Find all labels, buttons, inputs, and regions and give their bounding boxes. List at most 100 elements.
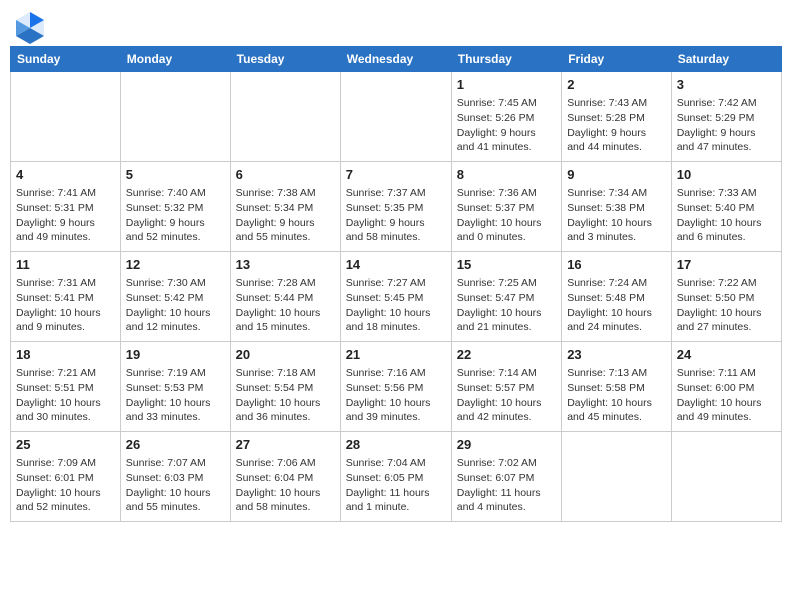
day-info: Sunrise: 7:09 AMSunset: 6:01 PMDaylight:… (16, 456, 115, 515)
day-number: 7 (346, 166, 446, 184)
weekday-header: Friday (562, 47, 672, 72)
day-number: 19 (126, 346, 225, 364)
day-info: Sunrise: 7:14 AMSunset: 5:57 PMDaylight:… (457, 366, 556, 425)
day-cell: 22 Sunrise: 7:14 AMSunset: 5:57 PMDayligh… (451, 342, 561, 432)
day-cell: 21 Sunrise: 7:16 AMSunset: 5:56 PMDayligh… (340, 342, 451, 432)
day-cell: 9Sunrise: 7:34 AMSunset: 5:38 PMDaylight… (562, 162, 672, 252)
weekday-header: Sunday (11, 47, 121, 72)
day-info: Sunrise: 7:16 AMSunset: 5:56 PMDaylight:… (346, 366, 446, 425)
day-cell: 15 Sunrise: 7:25 AMSunset: 5:47 PMDayligh… (451, 252, 561, 342)
day-number: 6 (236, 166, 335, 184)
day-info: Sunrise: 7:31 AMSunset: 5:41 PMDaylight:… (16, 276, 115, 335)
day-info: Sunrise: 7:28 AMSunset: 5:44 PMDaylight:… (236, 276, 335, 335)
day-number: 24 (677, 346, 776, 364)
day-cell: 26 Sunrise: 7:07 AMSunset: 6:03 PMDayligh… (120, 432, 230, 522)
day-number: 27 (236, 436, 335, 454)
weekday-header: Wednesday (340, 47, 451, 72)
day-number: 14 (346, 256, 446, 274)
day-number: 22 (457, 346, 556, 364)
day-number: 10 (677, 166, 776, 184)
day-cell: 7 Sunrise: 7:37 AMSunset: 5:35 PMDaylight… (340, 162, 451, 252)
day-number: 23 (567, 346, 666, 364)
day-info: Sunrise: 7:13 AMSunset: 5:58 PMDaylight:… (567, 366, 666, 425)
day-info: Sunrise: 7:30 AMSunset: 5:42 PMDaylight:… (126, 276, 225, 335)
day-info: Sunrise: 7:24 AMSunset: 5:48 PMDaylight:… (567, 276, 666, 335)
day-cell: 24 Sunrise: 7:11 AMSunset: 6:00 PMDayligh… (671, 342, 781, 432)
calendar-table: SundayMondayTuesdayWednesdayThursdayFrid… (10, 46, 782, 522)
calendar-week-row: 1Sunrise: 7:45 AMSunset: 5:26 PMDaylight… (11, 72, 782, 162)
day-info: Sunrise: 7:19 AMSunset: 5:53 PMDaylight:… (126, 366, 225, 425)
day-cell: 23 Sunrise: 7:13 AMSunset: 5:58 PMDayligh… (562, 342, 672, 432)
calendar-header: SundayMondayTuesdayWednesdayThursdayFrid… (11, 47, 782, 72)
day-info: Sunrise: 7:11 AMSunset: 6:00 PMDaylight:… (677, 366, 776, 425)
day-number: 8 (457, 166, 556, 184)
logo (14, 10, 44, 38)
calendar-week-row: 11 Sunrise: 7:31 AMSunset: 5:41 PMDayligh… (11, 252, 782, 342)
day-cell: 8 Sunrise: 7:36 AMSunset: 5:37 PMDaylight… (451, 162, 561, 252)
day-number: 2 (567, 76, 666, 94)
day-number: 29 (457, 436, 556, 454)
page-header (10, 10, 782, 38)
day-number: 21 (346, 346, 446, 364)
day-cell: 18 Sunrise: 7:21 AMSunset: 5:51 PMDayligh… (11, 342, 121, 432)
empty-cell (11, 72, 121, 162)
day-cell: 29 Sunrise: 7:02 AMSunset: 6:07 PMDayligh… (451, 432, 561, 522)
day-number: 18 (16, 346, 115, 364)
day-cell: 20 Sunrise: 7:18 AMSunset: 5:54 PMDayligh… (230, 342, 340, 432)
day-cell: 17 Sunrise: 7:22 AMSunset: 5:50 PMDayligh… (671, 252, 781, 342)
day-info: Sunrise: 7:41 AMSunset: 5:31 PMDaylight:… (16, 186, 115, 245)
weekday-header: Saturday (671, 47, 781, 72)
day-info: Sunrise: 7:43 AMSunset: 5:28 PMDaylight:… (567, 96, 666, 155)
day-cell: 1Sunrise: 7:45 AMSunset: 5:26 PMDaylight… (451, 72, 561, 162)
day-info: Sunrise: 7:04 AMSunset: 6:05 PMDaylight:… (346, 456, 446, 515)
day-cell: 19 Sunrise: 7:19 AMSunset: 5:53 PMDayligh… (120, 342, 230, 432)
weekday-header: Monday (120, 47, 230, 72)
day-number: 17 (677, 256, 776, 274)
day-number: 5 (126, 166, 225, 184)
day-cell: 4Sunrise: 7:41 AMSunset: 5:31 PMDaylight… (11, 162, 121, 252)
day-number: 3 (677, 76, 776, 94)
day-cell: 10Sunrise: 7:33 AMSunset: 5:40 PMDayligh… (671, 162, 781, 252)
day-number: 1 (457, 76, 556, 94)
day-info: Sunrise: 7:36 AMSunset: 5:37 PMDaylight:… (457, 186, 556, 245)
day-number: 13 (236, 256, 335, 274)
day-cell: 5 Sunrise: 7:40 AMSunset: 5:32 PMDaylight… (120, 162, 230, 252)
day-number: 20 (236, 346, 335, 364)
day-number: 26 (126, 436, 225, 454)
day-number: 11 (16, 256, 115, 274)
day-cell: 11 Sunrise: 7:31 AMSunset: 5:41 PMDayligh… (11, 252, 121, 342)
day-info: Sunrise: 7:22 AMSunset: 5:50 PMDaylight:… (677, 276, 776, 335)
logo-icon (14, 10, 42, 38)
day-cell: 2 Sunrise: 7:43 AMSunset: 5:28 PMDaylight… (562, 72, 672, 162)
day-number: 12 (126, 256, 225, 274)
day-info: Sunrise: 7:42 AMSunset: 5:29 PMDaylight:… (677, 96, 776, 155)
day-info: Sunrise: 7:07 AMSunset: 6:03 PMDaylight:… (126, 456, 225, 515)
empty-cell (562, 432, 672, 522)
empty-cell (120, 72, 230, 162)
day-info: Sunrise: 7:27 AMSunset: 5:45 PMDaylight:… (346, 276, 446, 335)
day-info: Sunrise: 7:34 AMSunset: 5:38 PMDaylight:… (567, 186, 666, 245)
weekday-header: Thursday (451, 47, 561, 72)
day-number: 16 (567, 256, 666, 274)
day-info: Sunrise: 7:40 AMSunset: 5:32 PMDaylight:… (126, 186, 225, 245)
day-number: 15 (457, 256, 556, 274)
day-number: 25 (16, 436, 115, 454)
day-info: Sunrise: 7:02 AMSunset: 6:07 PMDaylight:… (457, 456, 556, 515)
day-info: Sunrise: 7:21 AMSunset: 5:51 PMDaylight:… (16, 366, 115, 425)
day-info: Sunrise: 7:06 AMSunset: 6:04 PMDaylight:… (236, 456, 335, 515)
calendar-week-row: 18 Sunrise: 7:21 AMSunset: 5:51 PMDayligh… (11, 342, 782, 432)
empty-cell (671, 432, 781, 522)
day-cell: 3 Sunrise: 7:42 AMSunset: 5:29 PMDaylight… (671, 72, 781, 162)
day-info: Sunrise: 7:37 AMSunset: 5:35 PMDaylight:… (346, 186, 446, 245)
empty-cell (230, 72, 340, 162)
day-number: 28 (346, 436, 446, 454)
day-cell: 12 Sunrise: 7:30 AMSunset: 5:42 PMDayligh… (120, 252, 230, 342)
calendar-week-row: 4Sunrise: 7:41 AMSunset: 5:31 PMDaylight… (11, 162, 782, 252)
day-cell: 6Sunrise: 7:38 AMSunset: 5:34 PMDaylight… (230, 162, 340, 252)
day-cell: 28 Sunrise: 7:04 AMSunset: 6:05 PMDayligh… (340, 432, 451, 522)
day-info: Sunrise: 7:25 AMSunset: 5:47 PMDaylight:… (457, 276, 556, 335)
day-cell: 14 Sunrise: 7:27 AMSunset: 5:45 PMDayligh… (340, 252, 451, 342)
day-info: Sunrise: 7:18 AMSunset: 5:54 PMDaylight:… (236, 366, 335, 425)
calendar-body: 1Sunrise: 7:45 AMSunset: 5:26 PMDaylight… (11, 72, 782, 522)
day-cell: 25 Sunrise: 7:09 AMSunset: 6:01 PMDayligh… (11, 432, 121, 522)
